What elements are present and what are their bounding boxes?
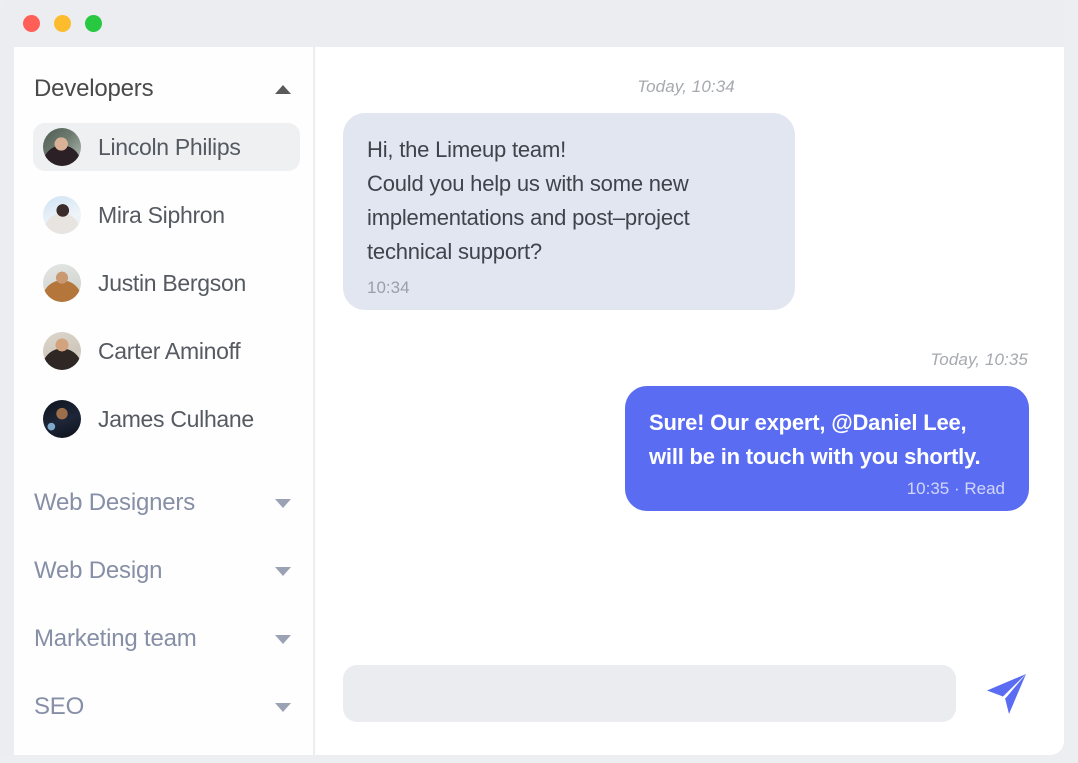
contact-item-james-culhane[interactable]: James Culhane bbox=[33, 395, 300, 443]
app-panel: Developers Lincoln Philips Mira Siphron … bbox=[14, 47, 1064, 755]
send-message-button[interactable] bbox=[978, 665, 1034, 721]
message-text: Sure! Our expert, @Daniel Lee, will be i… bbox=[649, 406, 1005, 474]
contact-item-lincoln-philips[interactable]: Lincoln Philips bbox=[33, 123, 300, 171]
mention-daniel-lee[interactable]: @Daniel Lee bbox=[831, 410, 960, 435]
avatar bbox=[43, 332, 81, 370]
message-text: Hi, the Limeup team! Could you help us w… bbox=[367, 137, 690, 264]
avatar bbox=[43, 400, 81, 438]
group-header-marketing-team[interactable]: Marketing team bbox=[14, 605, 313, 673]
message-daystamp: Today, 10:35 bbox=[930, 350, 1028, 369]
message-bubble-incoming[interactable]: Hi, the Limeup team! Could you help us w… bbox=[343, 113, 795, 310]
message-bubble-outgoing[interactable]: Sure! Our expert, @Daniel Lee, will be i… bbox=[625, 386, 1029, 511]
message-list: Today, 10:34 Hi, the Limeup team! Could … bbox=[315, 47, 1064, 643]
chevron-down-icon bbox=[275, 702, 291, 712]
collapsed-group-list: Web Designers Web Design Marketing team … bbox=[14, 469, 313, 741]
contact-name: Justin Bergson bbox=[98, 269, 246, 296]
chevron-down-icon bbox=[275, 634, 291, 644]
contact-item-mira-siphron[interactable]: Mira Siphron bbox=[33, 191, 300, 239]
contact-name: Mira Siphron bbox=[98, 201, 225, 228]
group-label-web-design: Web Design bbox=[34, 557, 163, 584]
contacts-sidebar: Developers Lincoln Philips Mira Siphron … bbox=[14, 47, 315, 755]
close-window-button[interactable] bbox=[23, 15, 40, 32]
contact-list: Lincoln Philips Mira Siphron Justin Berg… bbox=[14, 123, 313, 443]
maximize-window-button[interactable] bbox=[85, 15, 102, 32]
chevron-down-icon bbox=[275, 566, 291, 576]
contact-name: James Culhane bbox=[98, 405, 254, 432]
chevron-up-icon bbox=[275, 84, 291, 94]
group-header-seo[interactable]: SEO bbox=[14, 673, 313, 741]
chat-panel: Today, 10:34 Hi, the Limeup team! Could … bbox=[315, 47, 1064, 755]
group-label-developers: Developers bbox=[34, 75, 154, 102]
group-label-web-designers: Web Designers bbox=[34, 489, 196, 516]
minimize-window-button[interactable] bbox=[54, 15, 71, 32]
app-window: Developers Lincoln Philips Mira Siphron … bbox=[0, 0, 1064, 755]
avatar bbox=[43, 264, 81, 302]
avatar bbox=[43, 196, 81, 234]
message-status: 10:35 · Read bbox=[906, 479, 1005, 498]
contact-name: Lincoln Philips bbox=[98, 133, 241, 160]
avatar bbox=[43, 128, 81, 166]
message-daystamp: Today, 10:34 bbox=[637, 77, 735, 96]
window-controls bbox=[23, 15, 102, 32]
message-row-incoming: Hi, the Limeup team! Could you help us w… bbox=[343, 113, 1029, 310]
message-input[interactable] bbox=[343, 664, 956, 722]
message-text-before-mention: Sure! Our expert, bbox=[649, 410, 832, 435]
group-header-web-design[interactable]: Web Design bbox=[14, 537, 313, 605]
message-composer bbox=[315, 643, 1064, 755]
contact-name: Carter Aminoff bbox=[98, 337, 241, 364]
message-timestamp: 10:34 bbox=[367, 278, 410, 297]
group-header-web-designers[interactable]: Web Designers bbox=[14, 469, 313, 537]
group-label-seo: SEO bbox=[34, 693, 85, 720]
contact-item-carter-aminoff[interactable]: Carter Aminoff bbox=[33, 327, 300, 375]
send-paper-plane-icon bbox=[987, 674, 1026, 714]
contact-item-justin-bergson[interactable]: Justin Bergson bbox=[33, 259, 300, 307]
group-label-marketing-team: Marketing team bbox=[34, 625, 197, 652]
window-titlebar bbox=[0, 0, 1064, 47]
chevron-down-icon bbox=[275, 498, 291, 508]
group-header-developers[interactable]: Developers bbox=[14, 69, 313, 109]
message-row-outgoing: Sure! Our expert, @Daniel Lee, will be i… bbox=[343, 386, 1029, 511]
